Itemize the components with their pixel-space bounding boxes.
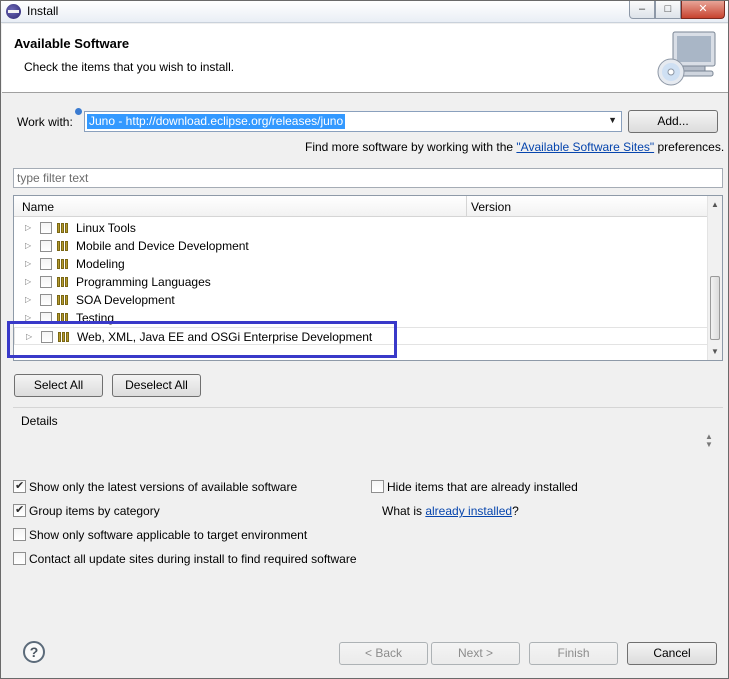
column-divider[interactable] — [466, 196, 467, 217]
tree-row[interactable]: ▷ Mobile and Device Development — [14, 237, 708, 255]
work-with-combo[interactable]: Juno - http://download.eclipse.org/relea… — [84, 111, 622, 132]
next-button[interactable]: Next > — [431, 642, 520, 665]
tree-header: Name Version — [14, 196, 708, 217]
applicable-target-checkbox[interactable] — [13, 528, 26, 541]
row-label: Programming Languages — [76, 275, 211, 289]
group-by-category-label: Group items by category — [29, 504, 160, 518]
row-label: Modeling — [76, 257, 125, 271]
minimize-button[interactable]: – — [629, 1, 655, 19]
select-all-button[interactable]: Select All — [14, 374, 103, 397]
row-checkbox[interactable] — [40, 222, 52, 234]
filter-input[interactable]: type filter text — [13, 168, 723, 188]
work-with-value: Juno - http://download.eclipse.org/relea… — [87, 114, 346, 129]
row-checkbox[interactable] — [40, 276, 52, 288]
category-icon — [57, 259, 70, 269]
latest-versions-checkbox[interactable] — [13, 479, 26, 493]
tree-row[interactable]: ▷ Modeling — [14, 255, 708, 273]
expand-arrow-icon[interactable]: ▷ — [25, 295, 31, 304]
tree-scrollbar[interactable]: ▲ ▼ — [707, 196, 722, 360]
column-version[interactable]: Version — [471, 200, 511, 214]
row-label: Mobile and Device Development — [76, 239, 249, 253]
row-label: Linux Tools — [76, 221, 136, 235]
highlight-box — [7, 321, 397, 358]
hide-installed-label: Hide items that are already installed — [387, 480, 578, 494]
back-button[interactable]: < Back — [339, 642, 428, 665]
latest-versions-label: Show only the latest versions of availab… — [29, 480, 298, 494]
finish-button[interactable]: Finish — [529, 642, 618, 665]
details-scroll-icon[interactable]: ▲ ▼ — [705, 433, 713, 449]
header-banner: Available Software Check the items that … — [2, 24, 728, 93]
window-title: Install — [27, 4, 59, 18]
already-installed-link[interactable]: already installed — [425, 504, 512, 518]
scroll-down-icon[interactable]: ▼ — [711, 347, 719, 356]
expand-arrow-icon[interactable]: ▷ — [25, 223, 31, 232]
tree-row[interactable]: ▷ Linux Tools — [14, 219, 708, 237]
cancel-button[interactable]: Cancel — [627, 642, 717, 665]
add-button[interactable]: Add... — [628, 110, 718, 133]
dropdown-arrow-icon[interactable]: ▼ — [608, 115, 617, 125]
category-icon — [57, 295, 70, 305]
what-is-installed-text: What is already installed? — [382, 504, 519, 518]
install-dialog: Install – □ ✕ Available Software Check t… — [0, 0, 729, 679]
applicable-target-label: Show only software applicable to target … — [29, 528, 308, 542]
row-checkbox[interactable] — [40, 240, 52, 252]
title-bar: Install – □ ✕ — [1, 1, 728, 23]
maximize-button[interactable]: □ — [655, 1, 681, 19]
monitor-cd-icon — [657, 31, 716, 86]
scrollbar-thumb[interactable] — [710, 276, 720, 340]
more-software-text: Find more software by working with the "… — [305, 140, 725, 154]
eclipse-icon — [6, 4, 21, 19]
deselect-all-button[interactable]: Deselect All — [112, 374, 201, 397]
expand-arrow-icon[interactable]: ▷ — [25, 259, 31, 268]
row-checkbox[interactable] — [40, 258, 52, 270]
available-software-sites-link[interactable]: "Available Software Sites" — [516, 140, 654, 154]
contact-update-sites-checkbox[interactable] — [13, 552, 26, 565]
page-title: Available Software — [14, 36, 130, 51]
category-icon — [57, 223, 70, 233]
tree-row[interactable]: ▷ SOA Development — [14, 291, 708, 309]
group-by-category-checkbox[interactable] — [13, 503, 26, 517]
row-checkbox[interactable] — [40, 294, 52, 306]
expand-arrow-icon[interactable]: ▷ — [25, 277, 31, 286]
details-label: Details — [21, 414, 58, 428]
scroll-up-icon[interactable]: ▲ — [711, 200, 719, 209]
tree-row[interactable]: ▷ Programming Languages — [14, 273, 708, 291]
category-icon — [57, 241, 70, 251]
expand-arrow-icon[interactable]: ▷ — [25, 241, 31, 250]
close-button[interactable]: ✕ — [681, 1, 725, 19]
column-name[interactable]: Name — [22, 200, 54, 214]
help-icon[interactable]: ? — [23, 641, 45, 663]
category-icon — [57, 277, 70, 287]
page-description: Check the items that you wish to install… — [24, 60, 235, 74]
info-icon — [75, 108, 82, 115]
contact-update-sites-label: Contact all update sites during install … — [29, 552, 357, 566]
work-with-label: Work with: — [17, 115, 73, 129]
hide-installed-checkbox[interactable] — [371, 480, 384, 493]
details-area — [13, 429, 723, 463]
row-label: SOA Development — [76, 293, 175, 307]
